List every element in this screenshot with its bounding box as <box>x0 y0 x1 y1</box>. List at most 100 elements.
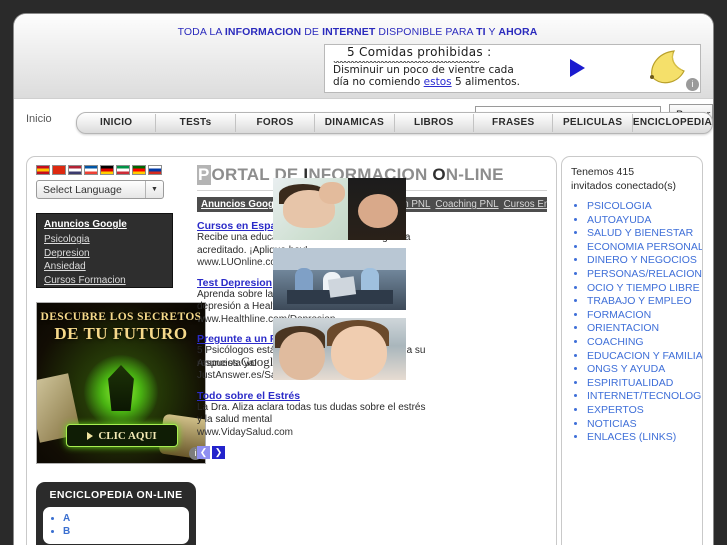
banner-ad-inline-link[interactable]: estos <box>424 76 452 88</box>
category-link[interactable]: FORMACION <box>587 309 702 323</box>
promo-tagline-part: DE <box>301 26 323 38</box>
promo-tagline-part: Y <box>485 26 499 38</box>
category-link[interactable]: ORIENTACION <box>587 322 702 336</box>
browser-page-frame: TODA LA INFORMACION DE INTERNET DISPONIB… <box>14 14 713 545</box>
flag-france-icon[interactable] <box>84 165 98 175</box>
google-ad-url[interactable]: www.VidaySalud.com <box>197 427 430 440</box>
nav-item-enciclopedia[interactable]: ENCICLOPEDIA <box>633 114 712 132</box>
page-title-cap-p: P <box>197 165 211 185</box>
future-secrets-line2: DE TU FUTURO <box>54 324 188 343</box>
category-link[interactable]: DINERO Y NEGOCIOS <box>587 254 702 268</box>
play-triangle-icon <box>87 431 94 440</box>
category-link[interactable]: PSICOLOGIA <box>587 200 702 214</box>
category-link[interactable]: ESPIRITUALIDAD <box>587 377 702 391</box>
promo-tagline-part: TODA LA <box>177 26 225 38</box>
adchoices-icon[interactable]: i <box>686 78 699 91</box>
flag-portugal-icon[interactable] <box>132 165 146 175</box>
flag-spain-icon[interactable] <box>36 165 50 175</box>
photo-smiling-couple <box>273 318 406 380</box>
banner-ad-line2: día no comiendo estos 5 alimentos. <box>333 76 520 88</box>
promo-tagline-part: TI <box>476 26 486 38</box>
google-ad-headline[interactable]: Todo sobre el Estrés <box>197 390 430 402</box>
google-ads-sidebar-box: Anuncios Google Psicologia Depresion Ansie… <box>36 213 173 288</box>
google-ads-box-title: Anuncios Google <box>44 219 127 230</box>
flag-usa-icon[interactable] <box>68 165 82 175</box>
nav-item-tests[interactable]: TESTs <box>156 114 236 132</box>
category-link[interactable]: EDUCACION Y FAMILIA <box>587 350 702 364</box>
flag-germany-icon[interactable] <box>100 165 114 175</box>
nav-item-peliculas[interactable]: PELICULAS <box>553 114 633 132</box>
language-select[interactable]: Select Language ▼ <box>36 180 164 199</box>
content-panel: Select Language ▼ Anuncios Google Psicol… <box>26 156 557 545</box>
future-secrets-line1: DESCUBRE LOS SECRETOS <box>40 311 202 323</box>
top-banner-zone: TODA LA INFORMACION DE INTERNET DISPONIB… <box>14 14 713 99</box>
category-link[interactable]: COACHING <box>587 336 702 350</box>
category-link[interactable]: ONGS Y AYUDA <box>587 363 702 377</box>
category-link[interactable]: OCIO Y TIEMPO LIBRE <box>587 282 702 296</box>
category-link-list: PSICOLOGIAAUTOAYUDASALUD Y BIENESTARECON… <box>562 200 702 445</box>
category-link[interactable]: EXPERTOS <box>587 404 702 418</box>
banner-ad-title: 5 Comidas prohibidas : <box>347 45 492 59</box>
flag-russia-icon[interactable] <box>148 165 162 175</box>
google-ads-link[interactable]: Cursos Formacion <box>44 274 165 288</box>
promo-tagline-part: AHORA <box>498 26 538 38</box>
google-ads-link-list: Psicologia Depresion Ansiedad Cursos Formac… <box>44 233 165 287</box>
category-link[interactable]: ENLACES (LINKS) <box>587 431 702 445</box>
encyclopedia-letter-item[interactable]: A <box>63 512 189 525</box>
category-link[interactable]: SALUD Y BIENESTAR <box>587 227 702 241</box>
encyclopedia-letter-list: AB <box>43 512 189 538</box>
ads-strip-link[interactable]: Coaching PNL <box>435 199 498 210</box>
photo-strip <box>273 178 406 388</box>
nav-item-foros[interactable]: FOROS <box>236 114 316 132</box>
promo-tagline-part: DISPONIBLE PARA <box>375 26 477 38</box>
main-navigation-bar[interactable]: INICIO TESTs FOROS DINAMICAS LIBROS FRASES PEL… <box>76 112 713 134</box>
flag-china-icon[interactable] <box>52 165 66 175</box>
category-link[interactable]: TRABAJO Y EMPLEO <box>587 295 702 309</box>
encyclopedia-title: ENCICLOPEDIA ON-LINE <box>49 489 183 501</box>
promo-tagline-part: INFORMACION <box>224 26 302 38</box>
clic-aqui-button[interactable]: CLIC AQUI <box>66 424 178 447</box>
breadcrumb[interactable]: Inicio <box>26 113 52 125</box>
banana-illustration-icon <box>650 50 685 84</box>
promo-tagline-part: INTERNET <box>322 26 376 38</box>
future-secrets-ad[interactable]: DESCUBRE LOS SECRETOS DE TU FUTURO CLIC … <box>36 302 206 464</box>
flag-italy-icon[interactable] <box>116 165 130 175</box>
left-column: Select Language ▼ Anuncios Google Psicol… <box>36 165 206 545</box>
language-select-value: Select Language <box>43 183 122 196</box>
google-ads-link[interactable]: Psicologia <box>44 233 165 247</box>
nav-item-libros[interactable]: LIBROS <box>395 114 475 132</box>
guests-line-1: Tenemos 415 <box>571 166 635 178</box>
category-link[interactable]: ECONOMIA PERSONAL <box>587 241 702 255</box>
chevron-down-icon: ▼ <box>145 181 163 198</box>
ads-strip-brand: Anuncios Google <box>201 199 283 210</box>
ad-prev-arrow-icon[interactable]: ❮ <box>197 446 210 459</box>
category-link[interactable]: NOTICIAS <box>587 418 702 432</box>
nav-item-frases[interactable]: FRASES <box>474 114 554 132</box>
right-sidebar-panel: Tenemos 415 invitados conectado(s) PSICO… <box>561 156 703 545</box>
category-link[interactable]: AUTOAYUDA <box>587 214 702 228</box>
clic-aqui-label: CLIC AQUI <box>98 429 157 442</box>
ad-carousel-nav[interactable]: ❮ ❯ <box>197 446 547 459</box>
guests-line-2: invitados conectado(s) <box>571 179 677 192</box>
google-ads-link[interactable]: Ansiedad <box>44 260 165 274</box>
google-ad-description: La Dra. Aliza aclara todas tus dudas sob… <box>197 401 426 426</box>
banner-squiggle-divider: xxxxxxxxxxxxxxxxxxxxxxxxxxxxxxxxxxxxxxx <box>333 58 563 63</box>
play-triangle-icon[interactable] <box>570 59 585 77</box>
google-ads-link[interactable]: Depresion <box>44 247 165 261</box>
main-content-area: Select Language ▼ Anuncios Google Psicol… <box>14 142 713 545</box>
future-secrets-ad-heading: DESCUBRE LOS SECRETOS DE TU FUTURO <box>37 311 205 344</box>
promo-tagline: TODA LA INFORMACION DE INTERNET DISPONIB… <box>14 26 701 38</box>
banner-advertisement[interactable]: 5 Comidas prohibidas : xxxxxxxxxxxxxxxxx… <box>324 44 701 93</box>
nav-item-inicio[interactable]: INICIO <box>77 114 157 132</box>
category-link[interactable]: PERSONAS/RELACIONES <box>587 268 702 282</box>
category-link[interactable]: INTERNET/TECNOLOGIA <box>587 390 702 404</box>
encyclopedia-letter-item[interactable]: B <box>63 525 189 538</box>
banner-ad-text: 5 Comidas prohibidas : xxxxxxxxxxxxxxxxx… <box>333 46 563 88</box>
ads-strip-link[interactable]: Cursos Empleo <box>504 199 547 210</box>
guests-online-counter: Tenemos 415 invitados conectado(s) <box>562 157 702 193</box>
ad-next-arrow-icon[interactable]: ❯ <box>212 446 225 459</box>
language-flags-row[interactable] <box>36 165 183 175</box>
photo-woman-relaxing <box>273 178 406 240</box>
anuncios-google-mark: Anuncios Google <box>197 354 280 369</box>
nav-item-dinamicas[interactable]: DINAMICAS <box>315 114 395 132</box>
